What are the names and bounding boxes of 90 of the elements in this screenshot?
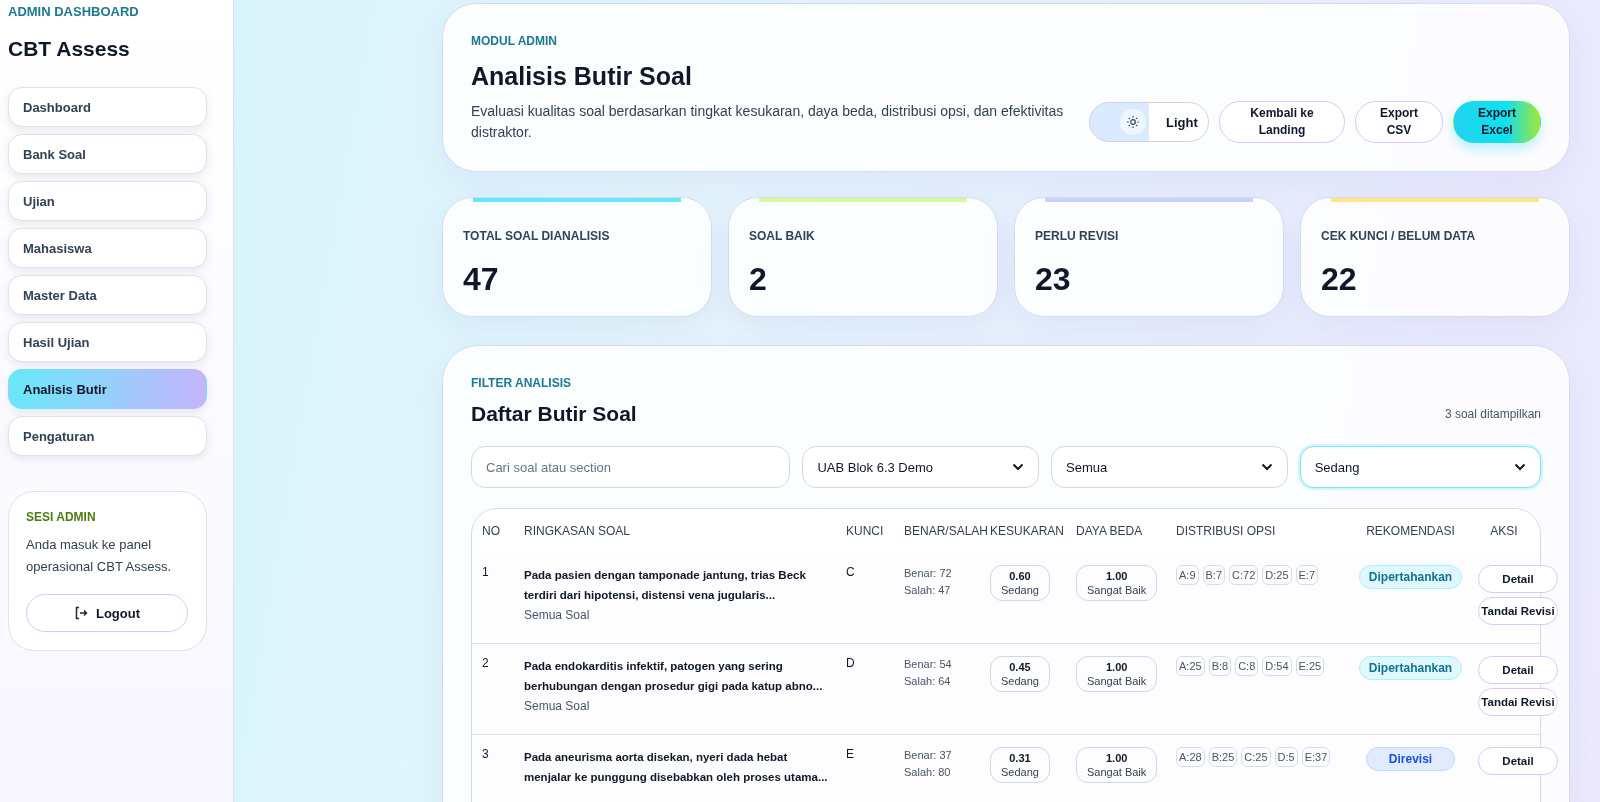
- row-number: 2: [482, 656, 490, 672]
- recommendation-badge: Dipertahankan: [1358, 656, 1463, 680]
- option-chip: A:25: [1176, 656, 1205, 676]
- answer-key: D: [846, 656, 904, 724]
- difficulty-badge: 0.60 Sedang: [990, 565, 1050, 601]
- nav-item[interactable]: Mahasiswa: [8, 228, 207, 268]
- nav-item[interactable]: Ujian: [8, 181, 207, 221]
- result-count: 3 soal ditampilkan: [1444, 407, 1541, 421]
- section-title: Daftar Butir Soal: [471, 402, 637, 426]
- theme-toggle[interactable]: Light: [1089, 102, 1209, 142]
- option-chip: B:7: [1202, 565, 1226, 585]
- column-header: BENAR/SALAH: [904, 524, 990, 538]
- column-header: NO: [482, 524, 501, 538]
- option-chip: E:37: [1301, 747, 1331, 767]
- column-header: AKSI: [1489, 524, 1519, 538]
- sidebar-eyebrow: ADMIN DASHBOARD: [8, 4, 140, 19]
- action-button[interactable]: Tandai Revisi: [1478, 688, 1558, 716]
- option-chip: E:25: [1295, 656, 1325, 676]
- row-number: 1: [482, 565, 490, 581]
- nav-item[interactable]: Dashboard: [8, 87, 207, 127]
- question-summary: Pada pasien dengan tamponade jantung, trias Beck terdiri dari hipotensi, distensi vena jugularis...: [524, 568, 807, 603]
- column-header: RINGKASAN SOAL: [524, 524, 632, 538]
- option-chip: A:9: [1176, 565, 1199, 585]
- stat-value: 47: [463, 261, 500, 298]
- action-button[interactable]: Detail: [1478, 565, 1558, 593]
- option-chip: E:7: [1295, 565, 1319, 585]
- filter-dropdown[interactable]: Sedang: [1299, 446, 1541, 488]
- option-chip: D:5: [1274, 747, 1298, 767]
- nav-item[interactable]: Analisis Butir: [8, 369, 207, 409]
- option-chip: D:25: [1262, 565, 1292, 585]
- session-eyebrow: SESI ADMIN: [26, 510, 97, 524]
- row-number: 3: [482, 747, 490, 763]
- correct-count: Benar: 37: [904, 748, 953, 763]
- logout-button[interactable]: Logout: [26, 594, 188, 632]
- recommendation-badge: Direvisi: [1365, 747, 1456, 771]
- stat-label: PERLU REVISI: [1035, 229, 1120, 243]
- discrimination-badge: 1.00 Sangat Baik: [1076, 747, 1158, 783]
- stat-label: TOTAL SOAL DIANALISIS: [463, 229, 611, 243]
- recommendation-badge: Dipertahankan: [1358, 565, 1463, 589]
- column-header: REKOMENDASI: [1365, 524, 1456, 538]
- header-button[interactable]: Export Excel: [1453, 101, 1541, 143]
- module-eyebrow: MODUL ADMIN: [471, 34, 558, 48]
- column-header: KUNCI: [846, 524, 885, 538]
- correct-count: Benar: 54: [904, 657, 953, 672]
- discrimination-badge: 1.00 Sangat Baik: [1076, 565, 1158, 601]
- difficulty-badge: 0.31 Sedang: [990, 747, 1050, 783]
- nav-item[interactable]: Bank Soal: [8, 134, 207, 174]
- header-button[interactable]: Export CSV: [1355, 101, 1443, 143]
- nav-item[interactable]: Master Data: [8, 275, 207, 315]
- filter-dropdown[interactable]: Semua: [1051, 446, 1288, 488]
- nav-item[interactable]: Pengaturan: [8, 416, 207, 456]
- option-chip: C:72: [1229, 565, 1259, 585]
- header-button[interactable]: Kembali ke Landing: [1219, 101, 1345, 143]
- stat-value: 2: [749, 261, 768, 298]
- question-summary: Pada endokarditis infektif, patogen yang sering berhubungan dengan prosedur gigi pada katup abno...: [524, 659, 824, 694]
- option-chip: B:8: [1208, 656, 1232, 676]
- difficulty-badge: 0.45 Sedang: [990, 656, 1050, 692]
- stat-value: 22: [1321, 261, 1358, 298]
- option-chip: C:8: [1235, 656, 1259, 676]
- option-chip: A:28: [1176, 747, 1205, 767]
- answer-key: E: [846, 747, 904, 802]
- session-text: Anda masuk ke panel operasional CBT Assess.: [26, 536, 172, 576]
- wrong-count: Salah: 47: [904, 583, 952, 598]
- question-section: Semua Soal: [524, 608, 846, 622]
- column-header: DAYA BEDA: [1076, 524, 1144, 538]
- page-description: Evaluasi kualitas soal berdasarkan tingkat kesukaran, daya beda, distribusi opsi, dan efektivitas distraktor.: [471, 102, 1065, 142]
- discrimination-badge: 1.00 Sangat Baik: [1076, 656, 1158, 692]
- option-chip: B:25: [1208, 747, 1238, 767]
- page-title: Analisis Butir Soal: [471, 62, 693, 91]
- filter-eyebrow: FILTER ANALISIS: [471, 376, 572, 390]
- action-button[interactable]: Detail: [1478, 747, 1558, 775]
- nav-item[interactable]: Hasil Ujian: [8, 322, 207, 362]
- wrong-count: Salah: 80: [904, 765, 952, 780]
- stat-label: SOAL BAIK: [749, 229, 816, 243]
- app-title: CBT Assess: [8, 37, 131, 61]
- correct-count: Benar: 72: [904, 566, 953, 581]
- option-chip: C:25: [1241, 747, 1271, 767]
- search-field[interactable]: Cari soal atau section: [471, 446, 791, 488]
- answer-key: C: [846, 565, 904, 633]
- column-header: DISTRIBUSI OPSI: [1176, 524, 1277, 538]
- question-summary: Pada aneurisma aorta disekan, nyeri dada hebat menjalar ke punggung disebabkan oleh proses utama...: [524, 750, 829, 785]
- stat-value: 23: [1035, 261, 1072, 298]
- column-header: KESUKARAN: [990, 524, 1066, 538]
- action-button[interactable]: Detail: [1478, 656, 1558, 684]
- filter-dropdown[interactable]: UAB Blok 6.3 Demo: [802, 446, 1040, 488]
- option-chip: D:54: [1262, 656, 1292, 676]
- stat-label: CEK KUNCI / BELUM DATA: [1321, 229, 1477, 243]
- question-section: Semua Soal: [524, 699, 846, 713]
- wrong-count: Salah: 64: [904, 674, 952, 689]
- action-button[interactable]: Tandai Revisi: [1478, 597, 1558, 625]
